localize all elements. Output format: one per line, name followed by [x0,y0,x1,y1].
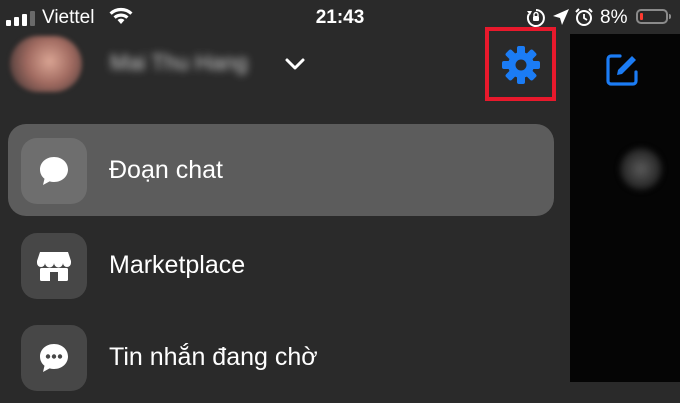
menu-label-marketplace: Marketplace [109,251,246,279]
store-icon [37,252,71,281]
rotation-lock-icon [526,9,545,27]
gear-icon[interactable] [500,44,542,86]
menu-label-message-requests: Tin nhắn đang chờ [109,343,318,371]
menu-item-message-requests[interactable]: Tin nhắn đang chờ [8,311,554,403]
profile-name[interactable]: Mai Thu Hang [110,50,248,76]
menu-icon-box [21,138,87,204]
menu-icon-box [21,233,87,299]
avatar[interactable] [10,36,82,92]
message-pending-icon [40,344,68,372]
menu-icon-box [21,325,87,391]
menu-item-marketplace[interactable]: Marketplace [8,219,554,311]
chat-avatar[interactable] [620,148,662,190]
chat-bubble-icon [40,157,68,185]
status-bar: Viettel 21:43 8% [0,0,680,34]
compose-icon[interactable] [604,52,640,88]
battery-percent: 8% [600,7,628,28]
chevron-down-icon[interactable] [284,56,306,72]
location-arrow-icon [553,9,569,25]
chat-list-pane [570,34,680,382]
battery-icon [636,9,671,24]
menu-item-chats[interactable]: Đoạn chat [8,124,554,216]
menu-label-chats: Đoạn chat [109,156,223,184]
battery-level-fill [640,13,643,20]
alarm-clock-icon [575,8,593,26]
